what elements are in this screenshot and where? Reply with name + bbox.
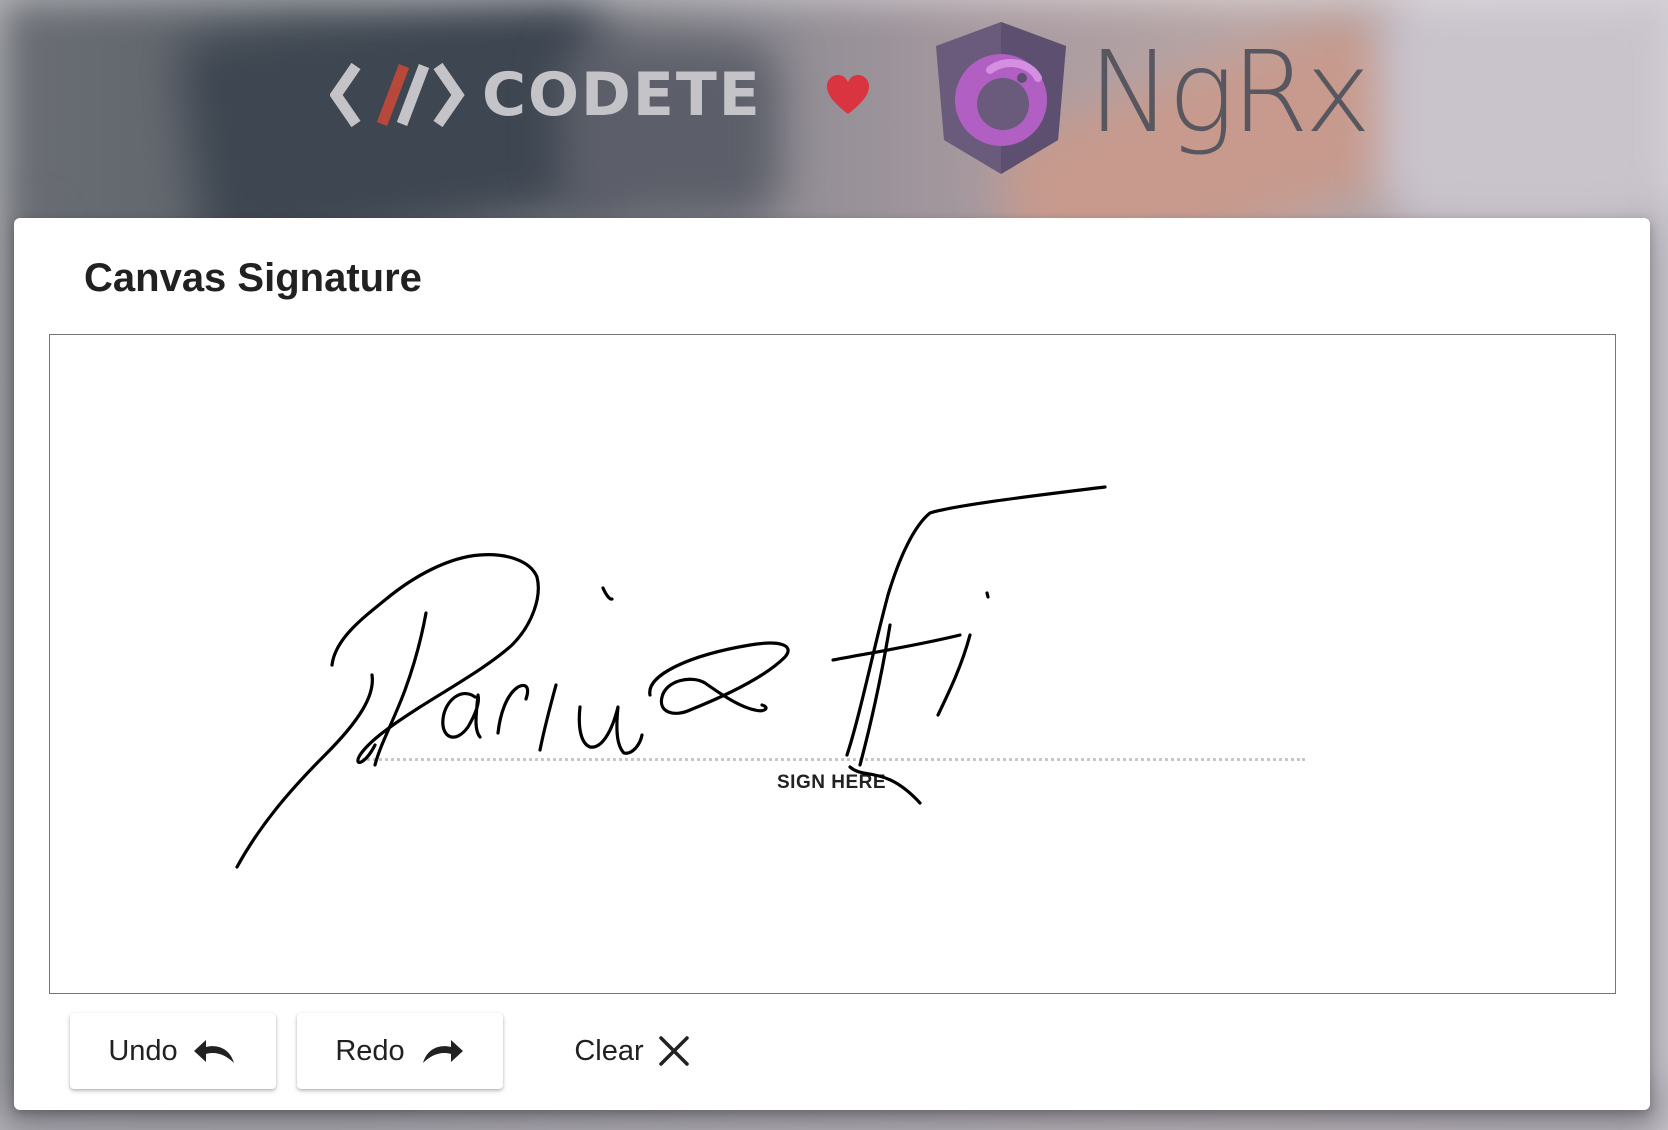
ngrx-brand-text: NgRx [1088, 28, 1371, 158]
header-logos: CODETE NgRx [0, 0, 1668, 215]
redo-button-label: Redo [335, 1034, 405, 1067]
codete-logo-icon [329, 60, 470, 135]
signature-drawing [235, 485, 1107, 869]
clear-button[interactable]: Clear [542, 1013, 722, 1089]
redo-button[interactable]: Redo [297, 1013, 503, 1089]
signature-canvas[interactable]: SIGN HERE [49, 334, 1616, 994]
close-icon [658, 1035, 690, 1067]
ngrx-logo-icon [930, 20, 1072, 181]
redo-icon [419, 1037, 465, 1065]
heart-icon [825, 74, 871, 121]
codete-brand-text: CODETE [482, 60, 762, 130]
undo-icon [192, 1037, 238, 1065]
undo-button-label: Undo [108, 1034, 178, 1067]
signature-card: Canvas Signature SIGN HERE Undo Redo Cle… [14, 218, 1650, 1110]
clear-button-label: Clear [574, 1034, 644, 1067]
undo-button[interactable]: Undo [70, 1013, 276, 1089]
page-title: Canvas Signature [84, 256, 422, 300]
